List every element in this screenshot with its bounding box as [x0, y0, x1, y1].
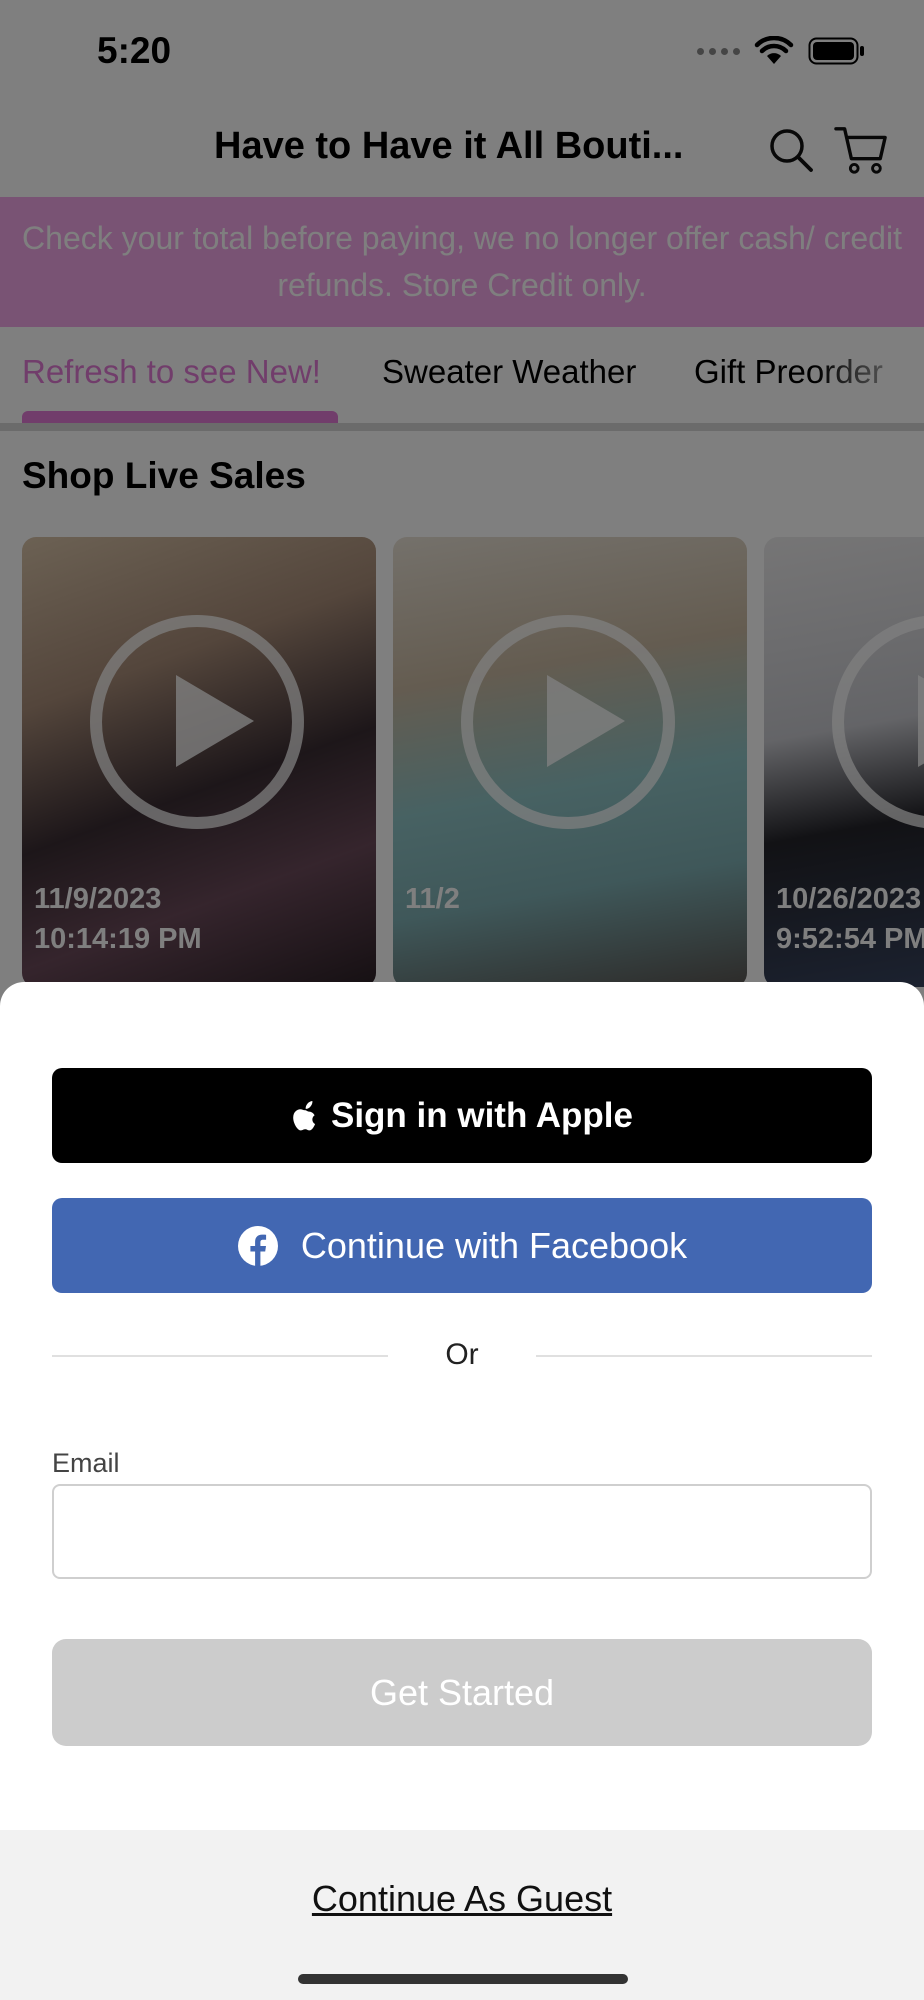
apple-logo-icon — [293, 1100, 316, 1130]
email-field[interactable] — [52, 1484, 872, 1579]
sign-in-with-apple-button[interactable]: Sign in with Apple — [52, 1068, 872, 1163]
facebook-button-label: Continue with Facebook — [300, 1224, 688, 1266]
login-sheet: Sign in with Apple Continue with Faceboo… — [0, 982, 924, 2000]
continue-with-facebook-button[interactable]: Continue with Facebook — [52, 1198, 872, 1293]
home-indicator — [298, 1974, 628, 1984]
email-label: Email — [52, 1448, 120, 1478]
apple-button-label: Sign in with Apple — [330, 1095, 633, 1135]
continue-as-guest-link[interactable]: Continue As Guest — [0, 1878, 924, 1920]
divider-right — [536, 1355, 872, 1357]
app: 5:20 Have to Have it All Bouti... — [0, 0, 924, 2000]
get-started-button[interactable]: Get Started — [52, 1639, 872, 1746]
facebook-logo-icon — [237, 1225, 278, 1266]
